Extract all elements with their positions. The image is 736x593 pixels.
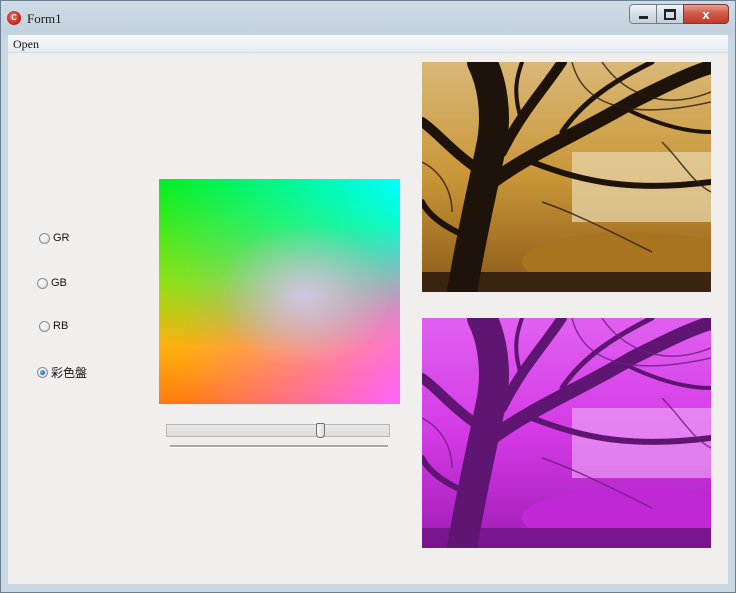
slider-tick-line <box>170 445 388 448</box>
maximize-button[interactable] <box>656 4 683 24</box>
processed-image <box>422 318 711 548</box>
radio-label-gr: GR <box>53 232 70 244</box>
radio-label-gb: GB <box>51 277 67 289</box>
tree-photo <box>422 62 711 292</box>
radio-label-palette: 彩色盤 <box>51 366 88 380</box>
radio-button-gb[interactable] <box>37 277 48 289</box>
title-bar[interactable]: C Form1 x <box>1 1 735 35</box>
color-palette[interactable] <box>159 179 400 404</box>
radio-button-gr[interactable] <box>39 232 50 244</box>
minimize-icon <box>638 15 648 19</box>
radio-gr[interactable]: GR <box>39 232 70 244</box>
app-icon[interactable]: C <box>7 11 21 25</box>
menu-item-open[interactable]: Open <box>12 37 40 52</box>
radio-selected-dot <box>40 370 45 375</box>
color-slider[interactable] <box>166 423 390 438</box>
radio-button-palette[interactable] <box>37 367 48 378</box>
menu-bar: Open <box>8 35 728 53</box>
window-title: Form1 <box>27 11 62 26</box>
radio-label-rb: RB <box>53 320 69 332</box>
radio-button-rb[interactable] <box>39 320 50 332</box>
radio-palette[interactable]: 彩色盤 <box>37 364 87 381</box>
radio-rb[interactable]: RB <box>39 320 68 332</box>
client-area: GR GB RB 彩色盤 <box>8 53 728 584</box>
close-button[interactable]: x <box>683 4 729 24</box>
radio-gb[interactable]: GB <box>37 277 67 289</box>
tree-photo-magenta <box>422 318 711 548</box>
window-controls: x <box>629 4 729 24</box>
maximize-icon <box>664 8 676 20</box>
slider-thumb[interactable] <box>316 423 325 438</box>
minimize-button[interactable] <box>629 4 656 24</box>
form-window: C Form1 x Open GR GB RB 彩色盤 <box>0 0 736 593</box>
original-image <box>422 62 711 292</box>
close-icon: x <box>702 6 710 22</box>
